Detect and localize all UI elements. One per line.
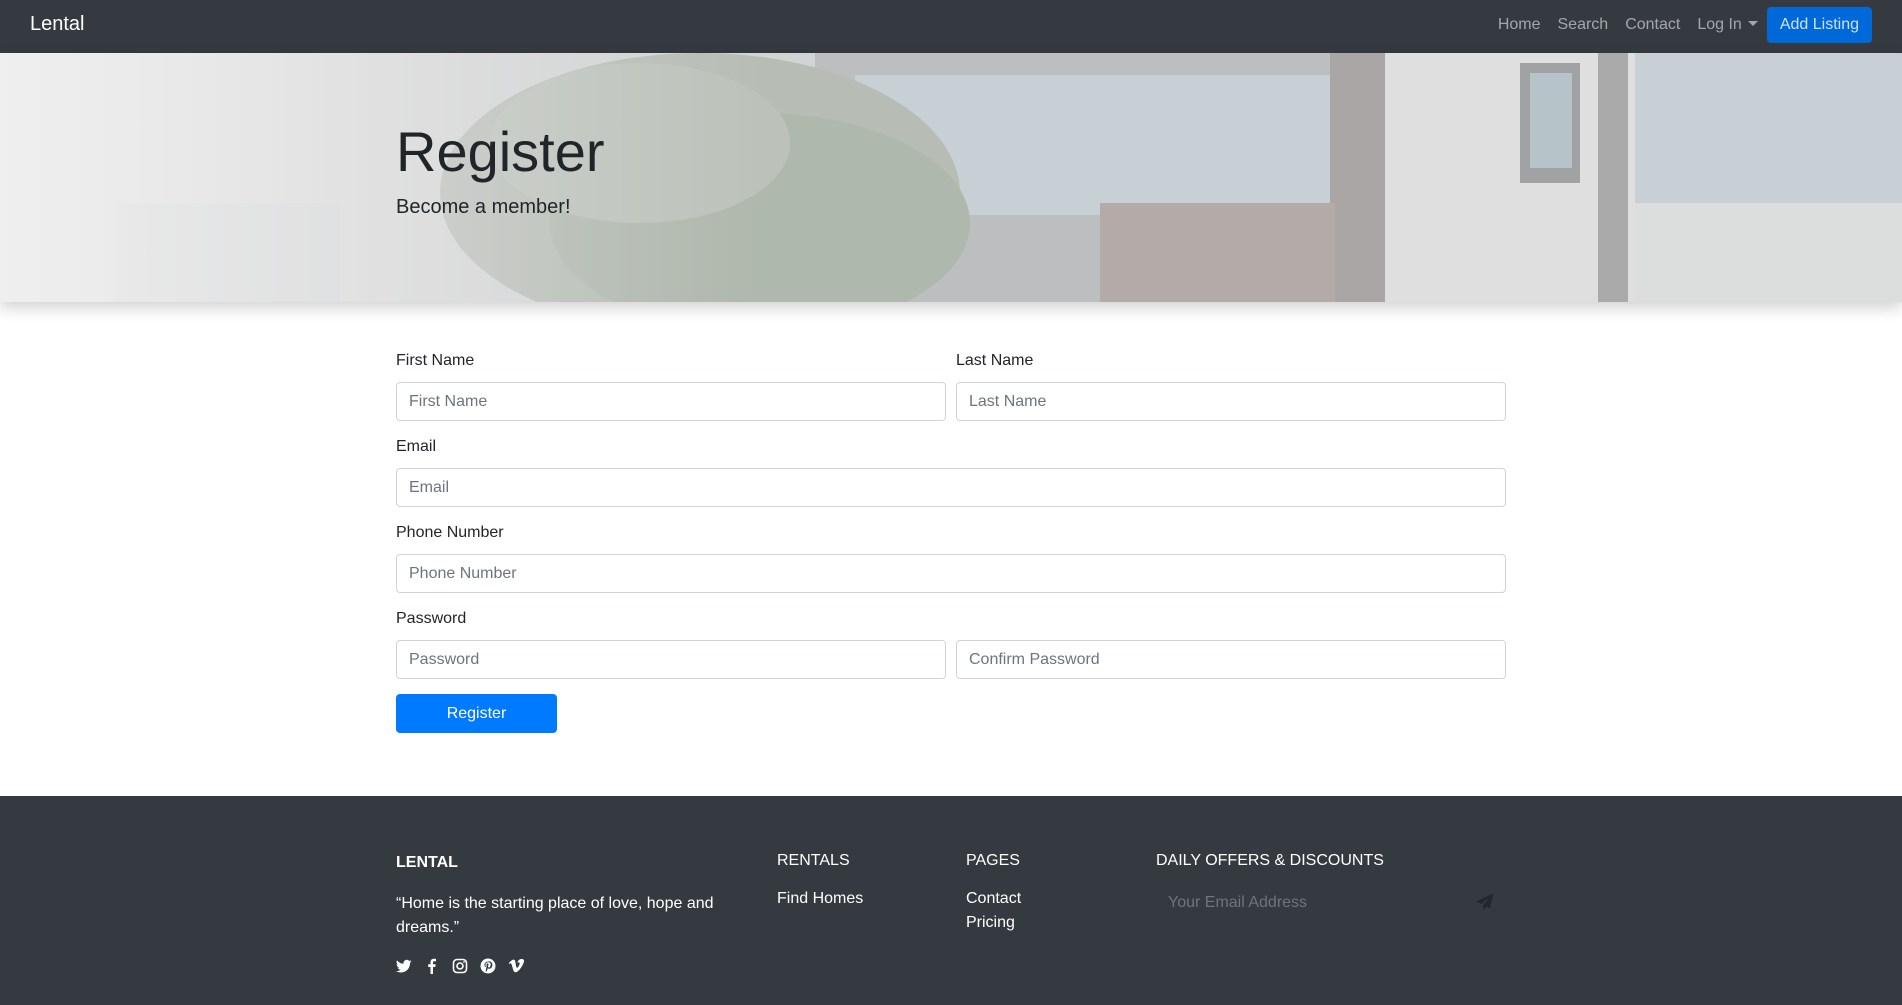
navbar: Lental Home Search Contact Log In Add Li… <box>0 0 1902 53</box>
footer-brand: LENTAL <box>396 854 458 871</box>
nav-home-link[interactable]: Home <box>1498 16 1541 34</box>
password-label: Password <box>396 610 467 627</box>
confirm-password-input[interactable] <box>956 640 1506 679</box>
register-button[interactable]: Register <box>396 694 557 733</box>
footer-link-contact[interactable]: Contact <box>966 890 1021 908</box>
page-subtitle: Become a member! <box>396 196 571 218</box>
newsletter-heading: DAILY OFFERS & DISCOUNTS <box>1156 852 1384 869</box>
page-title: Register <box>396 120 605 183</box>
footer-link-find-homes[interactable]: Find Homes <box>777 890 863 908</box>
twitter-icon[interactable] <box>396 958 412 974</box>
instagram-icon[interactable] <box>452 958 468 974</box>
email-label: Email <box>396 438 437 455</box>
nav-search-link[interactable]: Search <box>1558 16 1609 34</box>
brand-logo[interactable]: Lental <box>30 13 85 36</box>
caret-down-icon <box>1747 21 1758 26</box>
email-input[interactable] <box>396 468 1506 507</box>
paper-plane-icon[interactable] <box>1476 893 1494 911</box>
pages-heading: PAGES <box>966 852 1020 869</box>
first-name-label: First Name <box>396 352 475 369</box>
phone-input[interactable] <box>396 554 1506 593</box>
vimeo-icon[interactable] <box>508 958 524 974</box>
pinterest-icon[interactable] <box>480 958 496 974</box>
hero-background-image <box>0 53 1902 302</box>
login-dropdown[interactable]: Log In <box>1697 16 1758 34</box>
footer-link-pricing[interactable]: Pricing <box>966 914 1015 932</box>
facebook-icon[interactable] <box>424 958 440 974</box>
footer: LENTAL “Home is the starting place of lo… <box>0 796 1902 1005</box>
phone-label: Phone Number <box>396 524 504 541</box>
first-name-input[interactable] <box>396 382 946 421</box>
password-input[interactable] <box>396 640 946 679</box>
footer-quote: “Home is the starting place of love, hop… <box>396 895 714 936</box>
last-name-input[interactable] <box>956 382 1506 421</box>
last-name-label: Last Name <box>956 352 1034 369</box>
nav-contact-link[interactable]: Contact <box>1625 16 1680 34</box>
hero-banner: Register Become a member! <box>0 53 1902 302</box>
social-links <box>396 958 524 974</box>
nav-links: Home Search Contact Log In Add Listing <box>1481 5 1872 45</box>
login-label: Log In <box>1697 16 1742 33</box>
add-listing-button[interactable]: Add Listing <box>1766 7 1872 43</box>
newsletter-email-input[interactable] <box>1156 884 1496 922</box>
rentals-heading: RENTALS <box>777 852 850 869</box>
